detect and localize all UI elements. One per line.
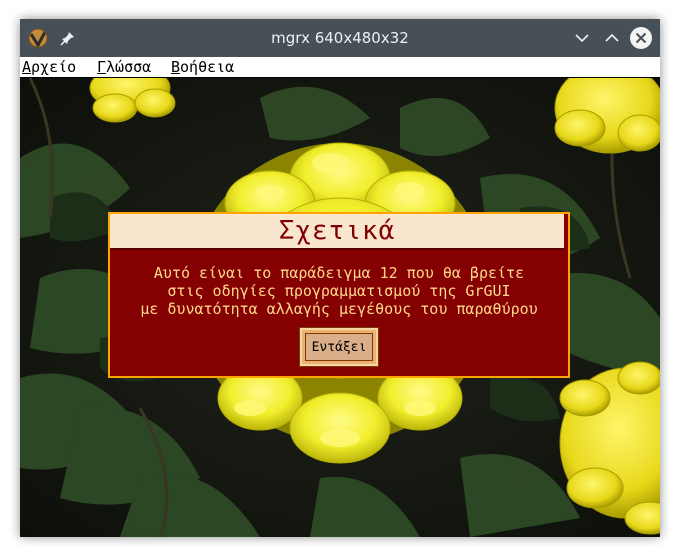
menu-bar: Αρχείο Γλώσσα Βοήθεια [20, 57, 660, 78]
dialog-message-line-2: στις οδηγίες προγραμματισμού της GrGUI [167, 282, 511, 300]
menu-file-label: ρχείο [31, 58, 77, 76]
menu-item-help[interactable]: Βοήθεια [171, 58, 234, 76]
menu-item-language[interactable]: Γλώσσα [97, 58, 151, 76]
menu-item-file[interactable]: Αρχείο [22, 58, 76, 76]
dialog-title: Σχετικά [110, 214, 564, 250]
canvas-area[interactable]: Σχετικά Αυτό είναι το παράδειγμα 12 που … [20, 78, 660, 537]
close-icon[interactable] [630, 27, 652, 49]
dialog-message-line-1: Αυτό είναι το παράδειγμα 12 που θα βρείτ… [153, 264, 525, 282]
menu-language-mnemonic: Γ [97, 58, 107, 76]
ok-button-label: Εντάξει [305, 333, 373, 361]
about-dialog: Σχετικά Αυτό είναι το παράδειγμα 12 που … [108, 212, 570, 378]
ok-button[interactable]: Εντάξει [299, 327, 379, 367]
dialog-message-line-3: με δυνατότητα αλλαγής μεγέθους του παραθ… [140, 300, 538, 318]
menu-language-label: λώσσα [106, 58, 152, 76]
menu-help-mnemonic: Β [171, 58, 181, 76]
app-window: mgrx 640x480x32 Αρχείο Γλώσσα Βοήθεια Σχ… [20, 19, 660, 537]
title-bar[interactable]: mgrx 640x480x32 [20, 19, 660, 57]
minimize-icon[interactable] [572, 28, 592, 48]
maximize-icon[interactable] [602, 28, 622, 48]
menu-file-mnemonic: Α [22, 58, 32, 76]
window-title: mgrx 640x480x32 [271, 29, 409, 47]
menu-help-label: οήθεια [180, 58, 235, 76]
